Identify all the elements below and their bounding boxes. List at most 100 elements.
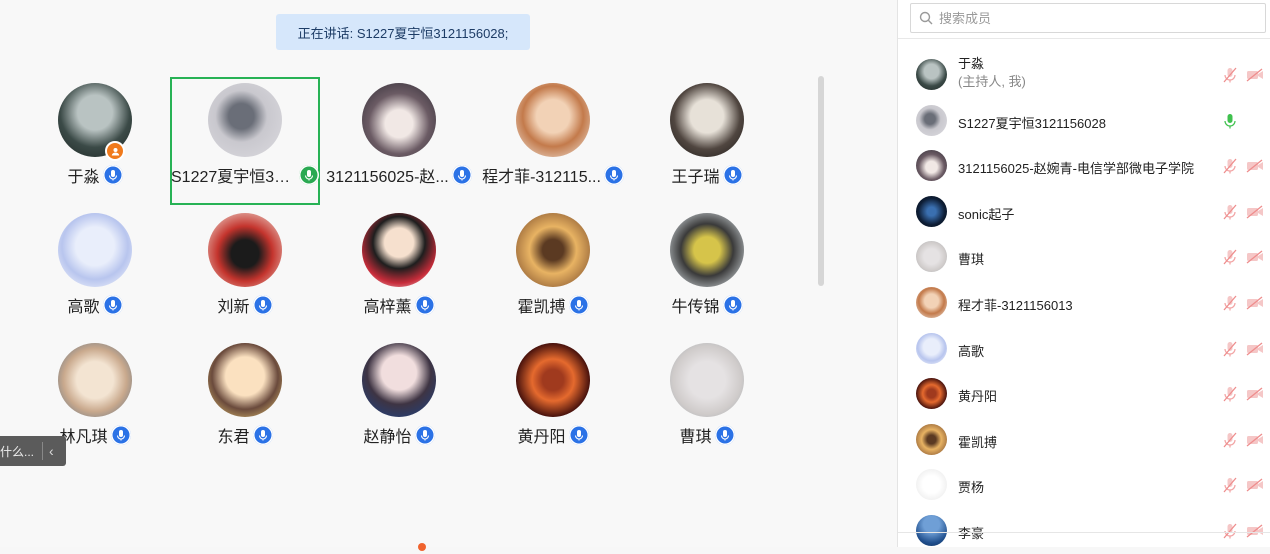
participant-tile[interactable]: 王子瑞 (632, 77, 782, 205)
microphone-icon (603, 165, 624, 185)
participant-name-row: 王子瑞 (632, 163, 782, 187)
host-badge-icon (105, 141, 125, 161)
avatar (362, 213, 436, 287)
microphone-muted-icon[interactable] (1222, 522, 1238, 540)
avatar (208, 213, 282, 287)
participant-name-row: 黄丹阳 (478, 423, 628, 447)
participant-name: 牛传锦 (671, 299, 720, 316)
participant-name-row: S1227夏宇恒31... (170, 163, 320, 187)
avatar (58, 213, 132, 287)
member-name: 曹琪 (958, 252, 985, 268)
participant-name: S1227夏宇恒31... (171, 169, 296, 186)
search-input[interactable] (937, 9, 1251, 27)
member-row[interactable]: 高歌 (898, 326, 1270, 372)
microphone-muted-icon[interactable] (1222, 431, 1238, 449)
member-role: (主持人, 我) (958, 74, 1026, 89)
participant-tile[interactable]: S1227夏宇恒31... (170, 77, 320, 205)
participant-name: 赵静怡 (363, 429, 412, 446)
participant-name: 林凡琪 (59, 429, 108, 446)
participant-name-row: 霍凯搏 (478, 293, 628, 317)
microphone-active-icon[interactable] (1222, 112, 1238, 130)
participant-name: 高梓薰 (363, 299, 412, 316)
participant-tile[interactable]: 3121156025-赵... (324, 77, 474, 205)
camera-off-icon[interactable] (1246, 296, 1264, 310)
participant-tile[interactable]: 程才菲-312115... (478, 77, 628, 205)
microphone-muted-icon[interactable] (1222, 157, 1238, 175)
member-name: sonic起子 (958, 206, 1015, 222)
microphone-icon (714, 425, 735, 445)
member-row[interactable]: 曹琪 (898, 234, 1270, 280)
member-name: 高歌 (958, 343, 985, 359)
participant-tile[interactable]: 黄丹阳 (478, 337, 628, 465)
search-box[interactable] (910, 3, 1266, 33)
member-name-block: 贾杨 (958, 477, 984, 496)
microphone-icon (252, 425, 273, 445)
participant-tile[interactable]: 刘新 (170, 207, 320, 335)
video-stage: 正在讲话: S1227夏宇恒3121156028; 于淼 S1227夏宇恒31..… (0, 0, 897, 551)
participant-tile[interactable]: 东君 (170, 337, 320, 465)
avatar (916, 241, 947, 273)
microphone-muted-icon[interactable] (1222, 203, 1238, 221)
member-row[interactable]: 于淼 (主持人, 我) (898, 52, 1270, 98)
microphone-icon (568, 425, 589, 445)
member-name: 贾杨 (958, 480, 985, 496)
camera-off-icon[interactable] (1246, 478, 1264, 492)
avatar (916, 515, 947, 546)
member-name-block: 曹琪 (958, 249, 984, 268)
camera-off-icon[interactable] (1246, 387, 1264, 401)
member-row[interactable]: 3121156025-赵婉青-电信学部微电子学院 (898, 143, 1270, 189)
camera-off-icon[interactable] (1246, 205, 1264, 219)
microphone-icon (102, 165, 123, 185)
microphone-muted-icon[interactable] (1222, 66, 1238, 84)
member-row[interactable]: 程才菲-3121156013 (898, 280, 1270, 326)
member-row[interactable]: 黄丹阳 (898, 371, 1270, 417)
member-name-block: 黄丹阳 (958, 386, 997, 405)
camera-off-icon[interactable] (1246, 159, 1264, 173)
participant-name: 王子瑞 (671, 169, 720, 186)
member-name: 程才菲-3121156013 (958, 298, 1073, 313)
microphone-icon (110, 425, 131, 445)
participant-name: 3121156025-赵... (326, 169, 449, 186)
member-row[interactable]: S1227夏宇恒3121156028 (898, 98, 1270, 144)
participant-tile[interactable]: 高歌 (20, 207, 170, 335)
participant-name: 程才菲-312115... (482, 169, 601, 186)
side-tab[interactable]: 什么... ‹ (0, 436, 66, 466)
microphone-muted-icon[interactable] (1222, 340, 1238, 358)
participant-tile[interactable]: 高梓薰 (324, 207, 474, 335)
participant-name: 东君 (217, 429, 250, 446)
chevron-left-icon[interactable]: ‹ (49, 443, 54, 459)
member-row[interactable]: 李豪 (898, 508, 1270, 554)
member-row[interactable]: sonic起子 (898, 189, 1270, 235)
microphone-icon (252, 295, 273, 315)
member-name: 3121156025-赵婉青-电信学部微电子学院 (958, 161, 1194, 177)
microphone-muted-icon[interactable] (1222, 385, 1238, 403)
participant-name-row: 东君 (170, 423, 320, 447)
microphone-muted-icon[interactable] (1222, 248, 1238, 266)
participant-tile[interactable]: 霍凯搏 (478, 207, 628, 335)
side-tab-divider (42, 442, 43, 460)
participant-tile[interactable]: 曹琪 (632, 337, 782, 465)
microphone-muted-icon[interactable] (1222, 476, 1238, 494)
camera-off-icon[interactable] (1246, 250, 1264, 264)
member-name-block: 于淼 (主持人, 我) (958, 55, 1026, 91)
participant-tile[interactable]: 赵静怡 (324, 337, 474, 465)
camera-off-icon[interactable] (1246, 68, 1264, 82)
avatar (362, 83, 436, 157)
microphone-icon (722, 165, 743, 185)
member-row[interactable]: 贾杨 (898, 462, 1270, 508)
avatar (916, 104, 947, 136)
participant-name: 高歌 (67, 299, 100, 316)
participant-name: 黄丹阳 (517, 429, 566, 446)
camera-off-icon[interactable] (1246, 524, 1264, 538)
stage-scrollbar[interactable] (818, 76, 824, 286)
microphone-muted-icon[interactable] (1222, 294, 1238, 312)
participant-name-row: 刘新 (170, 293, 320, 317)
member-row[interactable]: 霍凯搏 (898, 417, 1270, 463)
participant-tile[interactable]: 于淼 (20, 77, 170, 205)
avatar (916, 59, 947, 90)
camera-off-icon[interactable] (1246, 433, 1264, 447)
member-panel: 于淼 (主持人, 我) S1227夏宇恒3121156028 3121156025-赵… (897, 0, 1270, 547)
participant-tile[interactable]: 牛传锦 (632, 207, 782, 335)
camera-off-icon[interactable] (1246, 342, 1264, 356)
microphone-icon (102, 295, 123, 315)
